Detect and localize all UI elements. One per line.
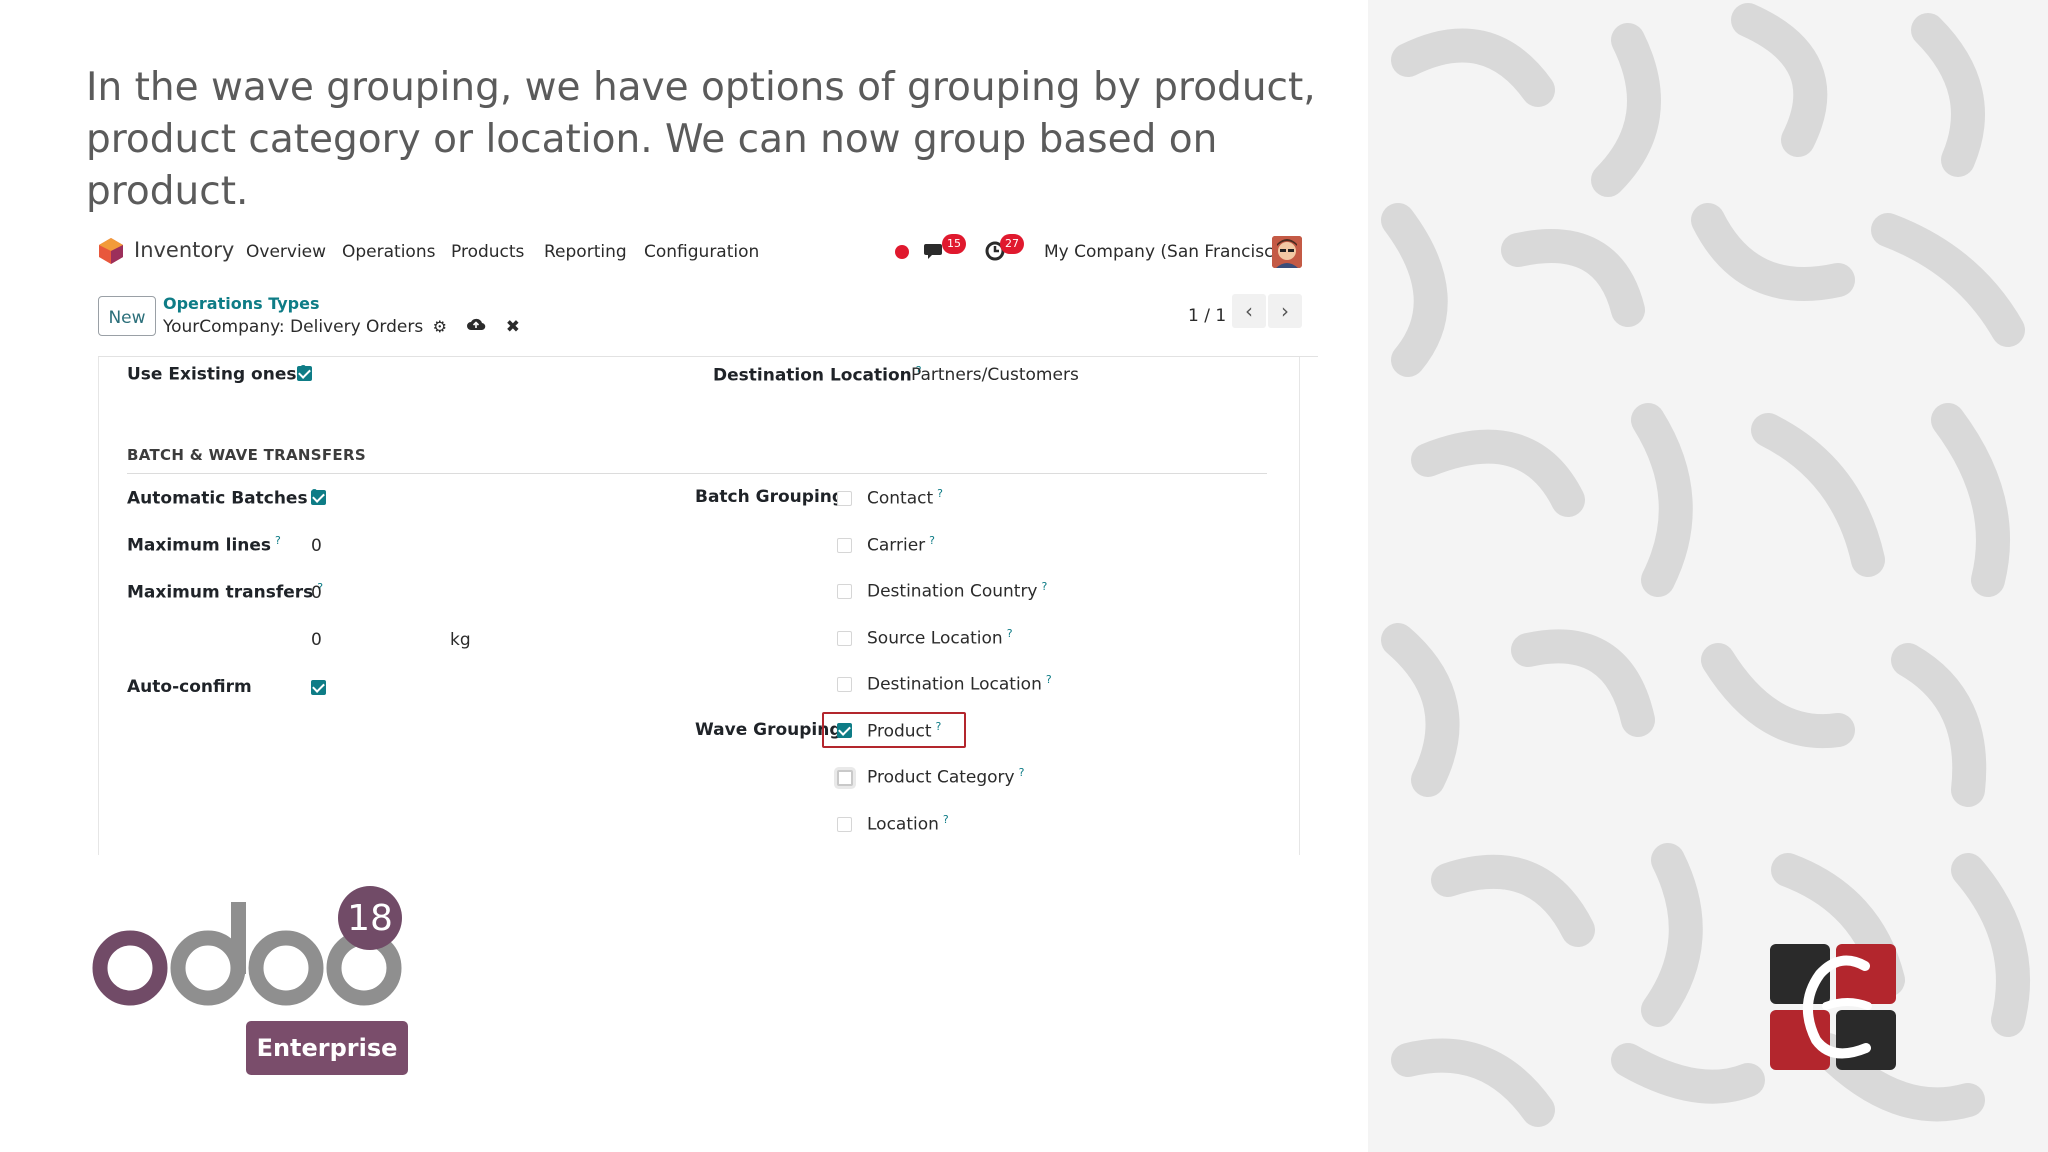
section-title: BATCH & WAVE TRANSFERS (127, 446, 366, 464)
destination-location-field[interactable]: Partners/Customers (911, 365, 1079, 385)
enterprise-badge: Enterprise (246, 1021, 408, 1075)
odoo-logo: 18 (90, 882, 410, 1016)
pager-previous-icon[interactable]: ‹ (1232, 294, 1266, 328)
maximum-transfers-label: Maximum transfers? (127, 581, 324, 603)
batch-carrier-checkbox[interactable] (837, 538, 852, 553)
new-button[interactable]: New (98, 296, 156, 336)
maximum-transfers-field[interactable]: 0 (311, 583, 322, 603)
automatic-batches-label: Automatic Batches? (127, 487, 317, 509)
cybrosys-logo (1770, 944, 1896, 1074)
section-divider (127, 473, 1267, 474)
auto-confirm-checkbox[interactable] (311, 680, 326, 695)
wave-location-label[interactable]: Location? (867, 813, 949, 835)
highlight-box (822, 712, 966, 748)
menu-operations[interactable]: Operations (342, 242, 435, 262)
form-sheet: Use Existing ones? Destination Location?… (98, 356, 1318, 855)
top-navbar: Inventory Overview Operations Products R… (86, 222, 1326, 280)
batch-destination-country-checkbox[interactable] (837, 584, 852, 599)
pager-next-icon[interactable]: › (1268, 294, 1302, 328)
wave-product-category-label[interactable]: Product Category? (867, 766, 1024, 788)
maximum-lines-field[interactable]: 0 (311, 536, 322, 556)
gear-icon[interactable]: ⚙ (433, 317, 447, 336)
menu-overview[interactable]: Overview (246, 242, 326, 262)
batch-source-location-checkbox[interactable] (837, 631, 852, 646)
odoo-app-window: Inventory Overview Operations Products R… (86, 222, 1326, 855)
activities-badge: 27 (1000, 234, 1024, 254)
decorative-background-pattern (1368, 0, 2048, 1152)
menu-reporting[interactable]: Reporting (544, 242, 627, 262)
use-existing-label: Use Existing ones? (127, 363, 306, 385)
inventory-app-icon[interactable] (98, 237, 124, 269)
batch-destination-location-label[interactable]: Destination Location? (867, 673, 1052, 695)
menu-products[interactable]: Products (451, 242, 524, 262)
batch-destination-location-checkbox[interactable] (837, 677, 852, 692)
batch-carrier-label[interactable]: Carrier? (867, 534, 935, 556)
auto-confirm-label: Auto-confirm (127, 677, 252, 697)
menu-configuration[interactable]: Configuration (644, 242, 759, 262)
destination-location-label: Destination Location? (713, 364, 922, 386)
batch-source-location-label[interactable]: Source Location? (867, 627, 1013, 649)
breadcrumb[interactable]: Operations Types (163, 294, 319, 313)
wave-product-category-checkbox[interactable] (837, 770, 853, 786)
batch-contact-checkbox[interactable] (837, 491, 852, 506)
control-panel: New Operations Types YourCompany: Delive… (86, 284, 1326, 352)
record-name-text: YourCompany: Delivery Orders (163, 317, 424, 337)
app-name[interactable]: Inventory (134, 238, 234, 262)
weight-unit: kg (450, 630, 471, 650)
wave-grouping-label: Wave Grouping (695, 720, 842, 740)
company-switcher[interactable]: My Company (San Francisco) (1044, 242, 1290, 262)
messages-badge: 15 (942, 234, 966, 254)
record-title: YourCompany: Delivery Orders ⚙ ✖ (163, 316, 520, 337)
pager-counter[interactable]: 1 / 1 (1188, 306, 1226, 326)
batch-destination-country-label[interactable]: Destination Country? (867, 580, 1047, 602)
wave-location-checkbox[interactable] (837, 817, 852, 832)
maximum-weight-field[interactable]: 0 (311, 630, 322, 650)
odoo-version-number: 18 (347, 898, 393, 939)
use-existing-checkbox[interactable] (297, 366, 312, 381)
user-avatar[interactable] (1272, 236, 1302, 268)
discard-close-icon[interactable]: ✖ (506, 317, 520, 337)
batch-contact-label[interactable]: Contact? (867, 487, 943, 509)
batch-grouping-label: Batch Grouping (695, 487, 845, 507)
save-cloud-icon[interactable] (466, 316, 486, 337)
automatic-batches-checkbox[interactable] (311, 490, 326, 505)
slide-headline: In the wave grouping, we have options of… (86, 65, 1316, 214)
maximum-lines-label: Maximum lines? (127, 534, 281, 556)
recording-indicator (895, 245, 909, 259)
form-content: Use Existing ones? Destination Location?… (98, 357, 1300, 855)
